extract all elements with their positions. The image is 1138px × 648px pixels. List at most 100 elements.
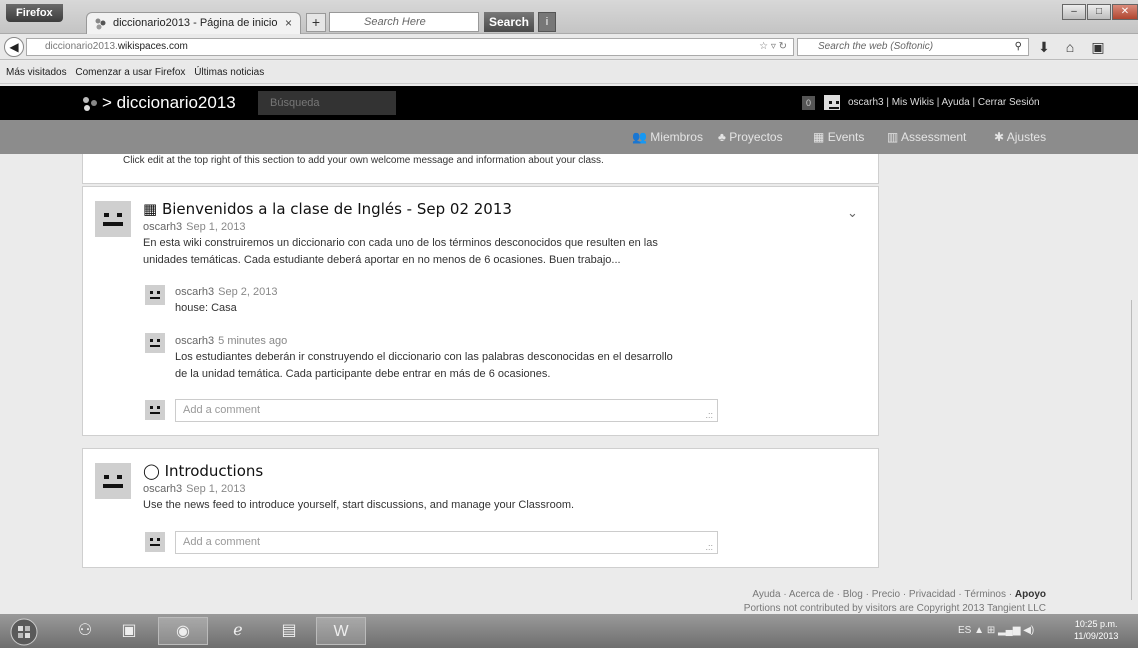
reply-body: house: Casa	[175, 302, 237, 314]
post-author[interactable]: oscarh3	[143, 483, 182, 495]
signal-icon[interactable]: ▂▄▆	[998, 625, 1020, 636]
bookmark-getting-started[interactable]: Comenzar a usar Firefox	[75, 67, 185, 78]
welcome-text: Click edit at the top right of this sect…	[123, 155, 604, 166]
nav-projects[interactable]: ♣ Proyectos	[718, 129, 783, 145]
toolbar-search-input[interactable]: Search Here	[329, 12, 479, 32]
nav-members[interactable]: 👥 Miembros	[632, 129, 703, 145]
maximize-button[interactable]: □	[1087, 4, 1111, 20]
bookmarks-bar: Más visitados Comenzar a usar Firefox Úl…	[0, 61, 1138, 84]
search-icon[interactable]: ⚲	[1015, 39, 1022, 55]
tab-title: diccionario2013 - Página de inicio	[113, 17, 278, 29]
post-title-text: Bienvenidos a la clase de Inglés - Sep 0…	[161, 200, 512, 218]
user-links[interactable]: oscarh3 | Mis Wikis | Ayuda | Cerrar Ses…	[848, 95, 1040, 111]
nav-events-label: Events	[827, 130, 865, 144]
bookmark-latest-news[interactable]: Últimas noticias	[194, 67, 264, 78]
post-title[interactable]: ▦ Bienvenidos a la clase de Inglés - Sep…	[143, 200, 512, 218]
info-icon[interactable]: i	[538, 12, 556, 32]
toolbar-search-button[interactable]: Search	[484, 12, 534, 32]
network-icon[interactable]: ⊞	[987, 625, 995, 636]
people-app-icon[interactable]: ⚇	[60, 617, 110, 645]
welcome-card: Click edit at the top right of this sect…	[82, 154, 879, 184]
avatar[interactable]	[145, 333, 165, 353]
language-indicator[interactable]: ES	[958, 625, 971, 636]
web-search-input[interactable]: Search the web (Softonic) ⚲	[797, 38, 1029, 56]
tray-arrow-icon[interactable]: ▲	[974, 625, 984, 636]
nav-members-label: Miembros	[650, 130, 703, 144]
post-title-text: Introductions	[164, 462, 264, 480]
reply-author[interactable]: oscarh3	[175, 286, 214, 298]
start-button[interactable]	[2, 617, 46, 646]
reply-author[interactable]: oscarh3	[175, 335, 214, 347]
page-scrollbar[interactable]	[1131, 300, 1138, 600]
post-meta: oscarh3 Sep 1, 2013	[143, 482, 245, 496]
nav-settings-label: Ajustes	[1006, 130, 1047, 144]
footer-links-text[interactable]: Ayuda · Acerca de · Blog · Precio · Priv…	[752, 589, 1015, 600]
bookmark-most-visited[interactable]: Más visitados	[6, 67, 67, 78]
post-author[interactable]: oscarh3	[143, 221, 182, 233]
addons-menu-icon[interactable]: ▣	[1090, 39, 1106, 55]
nav-events[interactable]: ▦ Events	[813, 129, 864, 145]
post-body: Use the news feed to introduce yourself,…	[143, 499, 575, 511]
reply-meta: oscarh3 Sep 2, 2013	[175, 285, 277, 299]
post-card: ◯ Introductions oscarh3 Sep 1, 2013 Use t…	[82, 448, 879, 568]
avatar[interactable]	[95, 463, 131, 499]
user-avatar[interactable]	[824, 95, 840, 110]
projects-icon: ♣	[718, 130, 726, 144]
resize-handle-icon[interactable]: .::	[705, 410, 713, 420]
tab-close-icon[interactable]: ×	[285, 13, 292, 33]
new-tab-button[interactable]: +	[306, 13, 326, 32]
browser-title-bar: Firefox diccionario2013 - Página de inic…	[0, 0, 1138, 34]
reply-date: Sep 2, 2013	[218, 286, 278, 298]
comment-input[interactable]: Add a comment.::	[175, 531, 718, 554]
volume-icon[interactable]: ◀)	[1023, 625, 1034, 636]
post-title[interactable]: ◯ Introductions	[143, 462, 263, 480]
resize-handle-icon[interactable]: .::	[705, 542, 713, 552]
settings-icon: ✱	[994, 130, 1005, 144]
back-button[interactable]: ◀	[4, 37, 24, 57]
wiki-subnav: 👥 Miembros ♣ Proyectos ▦ Events ▥ Assess…	[0, 120, 1138, 154]
wiki-title[interactable]: > diccionario2013	[102, 92, 236, 114]
url-bar[interactable]: diccionario2013.wikispaces.com ☆ ▿ ↻	[26, 38, 794, 56]
assessment-icon: ▥	[887, 130, 899, 144]
download-icon[interactable]: ⬇	[1036, 39, 1052, 55]
home-icon[interactable]: ⌂	[1062, 39, 1078, 55]
avatar[interactable]	[145, 285, 165, 305]
media-player-icon[interactable]: ▣	[104, 617, 154, 645]
footer-support-link[interactable]: Apoyo	[1015, 589, 1046, 600]
internet-explorer-icon[interactable]: ℯ	[213, 617, 263, 645]
firefox-taskbar-icon[interactable]: ◉	[158, 617, 208, 645]
reply-date: 5 minutes ago	[218, 335, 288, 347]
footer-links[interactable]: Ayuda · Acerca de · Blog · Precio · Priv…	[0, 588, 1046, 602]
bookmark-star-icon[interactable]: ☆ ▿ ↻	[759, 39, 787, 55]
minimize-button[interactable]: –	[1062, 4, 1086, 20]
nav-assessment-label: Assessment	[901, 130, 967, 144]
clock[interactable]: 10:25 p.m. 11/09/2013	[1074, 618, 1118, 642]
system-tray: ES ▲ ⊞ ▂▄▆ ◀)	[958, 618, 1034, 644]
avatar[interactable]	[95, 201, 131, 237]
notification-badge[interactable]: 0	[802, 96, 815, 110]
file-explorer-icon[interactable]: ▤	[264, 617, 314, 645]
comment-placeholder: Add a comment	[183, 404, 261, 416]
reply-meta: oscarh3 5 minutes ago	[175, 334, 287, 348]
post-date: Sep 1, 2013	[186, 221, 246, 233]
wikispaces-favicon-icon	[95, 18, 106, 30]
url-host-prefix: diccionario2013.	[45, 41, 118, 52]
reply-body-line: Los estudiantes deberán ir construyendo …	[175, 351, 673, 363]
word-taskbar-icon[interactable]: W	[316, 617, 366, 645]
nav-assessment[interactable]: ▥ Assessment	[887, 129, 966, 145]
avatar	[145, 532, 165, 552]
events-icon: ▦	[813, 130, 825, 144]
firefox-menu-button[interactable]: Firefox	[6, 4, 63, 22]
close-window-button[interactable]: ✕	[1112, 4, 1138, 20]
url-host: wikispaces.com	[117, 41, 188, 52]
page-footer: Ayuda · Acerca de · Blog · Precio · Priv…	[0, 588, 1046, 616]
wiki-search-input[interactable]: Búsqueda	[258, 91, 396, 115]
chevron-down-icon[interactable]: ⌄	[847, 205, 858, 221]
nav-settings[interactable]: ✱ Ajustes	[994, 129, 1046, 145]
post-card: ▦ Bienvenidos a la clase de Inglés - Sep…	[82, 186, 879, 436]
wikispaces-logo-icon[interactable]	[80, 95, 100, 113]
browser-tab[interactable]: diccionario2013 - Página de inicio ×	[86, 12, 301, 34]
comment-placeholder: Add a comment	[183, 536, 261, 548]
wiki-header: > diccionario2013 Búsqueda 0 oscarh3 | M…	[0, 86, 1138, 120]
comment-input[interactable]: Add a comment.::	[175, 399, 718, 422]
